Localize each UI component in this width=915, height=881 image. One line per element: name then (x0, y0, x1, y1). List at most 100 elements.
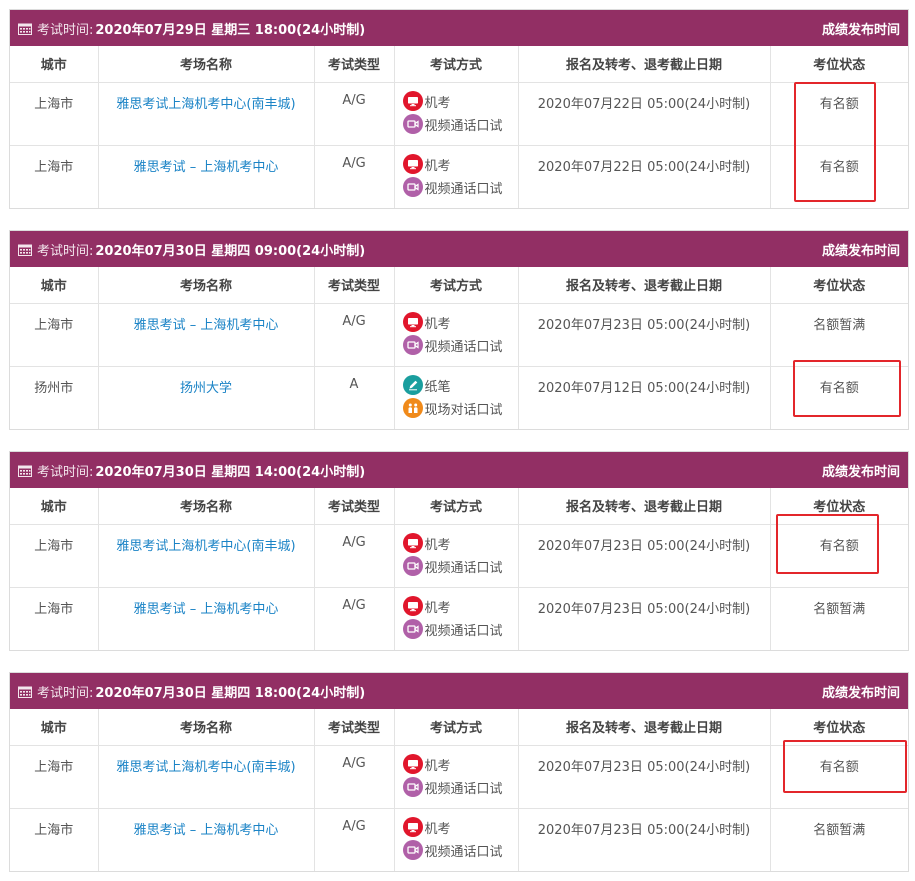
session-block: 考试时间: 2020年07月29日 星期三 18:00(24小时制) 成绩发布时… (9, 9, 909, 209)
session-table: 城市 考场名称 考试类型 考试方式 报名及转考、退考截止日期 考位状态 上海市 … (10, 488, 908, 650)
deadline-cell: 2020年07月12日 05:00(24小时制) (518, 366, 771, 429)
col-type: 考试类型 (314, 46, 395, 83)
face-to-face-icon (402, 398, 423, 418)
col-mode: 考试方式 (394, 46, 519, 83)
col-mode: 考试方式 (394, 709, 519, 746)
table-row: 上海市 雅思考试上海机考中心(南丰城) A/G 机考 视频通话口试 2020年0… (10, 524, 908, 588)
session-block: 考试时间: 2020年07月30日 星期四 09:00(24小时制) 成绩发布时… (9, 230, 909, 430)
mode-cell: 机考 视频通话口试 (394, 524, 519, 588)
video-call-icon (402, 777, 423, 797)
venue-link[interactable]: 雅思考试 – 上海机考中心 (98, 808, 315, 871)
type-cell: A/G (314, 587, 395, 650)
video-call-icon (402, 840, 423, 860)
col-type: 考试类型 (314, 488, 395, 525)
video-call-icon (402, 335, 423, 355)
city-cell: 上海市 (10, 587, 99, 650)
session-header: 考试时间: 2020年07月30日 星期四 18:00(24小时制) 成绩发布时… (10, 673, 908, 709)
publish-time-link[interactable]: 成绩发布时间 (822, 682, 900, 701)
calendar-icon (18, 23, 32, 35)
mode-cell: 机考 视频通话口试 (394, 145, 519, 208)
col-venue: 考场名称 (98, 488, 315, 525)
video-call-icon (402, 114, 423, 134)
publish-time-link[interactable]: 成绩发布时间 (822, 240, 900, 259)
session-header: 考试时间: 2020年07月30日 星期四 09:00(24小时制) 成绩发布时… (10, 231, 908, 267)
publish-time-link[interactable]: 成绩发布时间 (822, 461, 900, 480)
city-cell: 上海市 (10, 145, 99, 208)
venue-link[interactable]: 雅思考试 – 上海机考中心 (98, 303, 315, 367)
city-cell: 扬州市 (10, 366, 99, 429)
col-deadline: 报名及转考、退考截止日期 (518, 709, 771, 746)
col-city: 城市 (10, 709, 99, 746)
col-mode: 考试方式 (394, 488, 519, 525)
session-block: 考试时间: 2020年07月30日 星期四 14:00(24小时制) 成绩发布时… (9, 451, 909, 651)
session-block: 考试时间: 2020年07月30日 星期四 18:00(24小时制) 成绩发布时… (9, 672, 909, 872)
highlight-box (776, 514, 879, 574)
type-cell: A/G (314, 145, 395, 208)
deadline-cell: 2020年07月23日 05:00(24小时制) (518, 587, 771, 650)
type-cell: A/G (314, 745, 395, 809)
col-city: 城市 (10, 46, 99, 83)
session-table: 城市 考场名称 考试类型 考试方式 报名及转考、退考截止日期 考位状态 上海市 … (10, 46, 908, 208)
computer-icon (402, 312, 423, 332)
table-row: 上海市 雅思考试上海机考中心(南丰城) A/G 机考 视频通话口试 2020年0… (10, 82, 908, 146)
table-row: 上海市 雅思考试上海机考中心(南丰城) A/G 机考 视频通话口试 2020年0… (10, 745, 908, 809)
venue-link[interactable]: 雅思考试 – 上海机考中心 (98, 587, 315, 650)
type-cell: A (314, 366, 395, 429)
table-row: 扬州市 扬州大学 A 纸笔 现场对话口试 2020年07月12日 05:00(2… (10, 366, 908, 429)
exam-time-label: 考试时间: (37, 464, 94, 480)
table-header-row: 城市 考场名称 考试类型 考试方式 报名及转考、退考截止日期 考位状态 (10, 709, 908, 746)
session-header: 考试时间: 2020年07月30日 星期四 14:00(24小时制) 成绩发布时… (10, 452, 908, 488)
mode-cell: 机考 视频通话口试 (394, 587, 519, 650)
deadline-cell: 2020年07月23日 05:00(24小时制) (518, 524, 771, 588)
status-cell: 名额暂满 (770, 303, 908, 367)
col-status: 考位状态 (770, 267, 908, 304)
venue-link[interactable]: 扬州大学 (98, 366, 315, 429)
col-status: 考位状态 (770, 46, 908, 83)
deadline-cell: 2020年07月22日 05:00(24小时制) (518, 145, 771, 208)
table-header-row: 城市 考场名称 考试类型 考试方式 报名及转考、退考截止日期 考位状态 (10, 46, 908, 83)
city-cell: 上海市 (10, 524, 99, 588)
table-header-row: 城市 考场名称 考试类型 考试方式 报名及转考、退考截止日期 考位状态 (10, 267, 908, 304)
computer-icon (402, 533, 423, 553)
status-cell: 名额暂满 (813, 601, 866, 617)
video-call-icon (402, 177, 423, 197)
city-cell: 上海市 (10, 745, 99, 809)
publish-time-link[interactable]: 成绩发布时间 (822, 19, 900, 38)
highlight-box (793, 360, 901, 417)
venue-link[interactable]: 雅思考试上海机考中心(南丰城) (98, 524, 315, 588)
mode-cell: 机考 视频通话口试 (394, 745, 519, 809)
venue-link[interactable]: 雅思考试上海机考中心(南丰城) (98, 82, 315, 146)
session-table: 城市 考场名称 考试类型 考试方式 报名及转考、退考截止日期 考位状态 上海市 … (10, 709, 908, 871)
highlight-box (794, 82, 876, 202)
col-venue: 考场名称 (98, 267, 315, 304)
video-call-icon (402, 619, 423, 639)
calendar-icon (18, 244, 32, 256)
exam-datetime: 2020年07月30日 星期四 18:00(24小时制) (95, 685, 366, 701)
type-cell: A/G (314, 524, 395, 588)
col-mode: 考试方式 (394, 267, 519, 304)
exam-datetime: 2020年07月30日 星期四 09:00(24小时制) (95, 243, 366, 259)
mode-cell: 机考 视频通话口试 (394, 303, 519, 367)
table-row: 上海市 雅思考试 – 上海机考中心 A/G 机考 视频通话口试 2020年07月… (10, 145, 908, 208)
city-cell: 上海市 (10, 303, 99, 367)
calendar-icon (18, 686, 32, 698)
mode-cell: 机考 视频通话口试 (394, 82, 519, 146)
pencil-icon (402, 375, 423, 395)
col-city: 城市 (10, 267, 99, 304)
status-cell: 名额暂满 (813, 822, 866, 838)
exam-datetime: 2020年07月29日 星期三 18:00(24小时制) (95, 22, 366, 38)
table-row: 上海市 雅思考试 – 上海机考中心 A/G 机考 视频通话口试 2020年07月… (10, 808, 908, 871)
computer-icon (402, 154, 423, 174)
col-deadline: 报名及转考、退考截止日期 (518, 46, 771, 83)
col-type: 考试类型 (314, 267, 395, 304)
col-type: 考试类型 (314, 709, 395, 746)
exam-time-label: 考试时间: (37, 22, 94, 38)
table-row: 上海市 雅思考试 – 上海机考中心 A/G 机考 视频通话口试 2020年07月… (10, 303, 908, 367)
deadline-cell: 2020年07月23日 05:00(24小时制) (518, 745, 771, 809)
venue-link[interactable]: 雅思考试 – 上海机考中心 (98, 145, 315, 208)
computer-icon (402, 596, 423, 616)
col-deadline: 报名及转考、退考截止日期 (518, 267, 771, 304)
exam-time-label: 考试时间: (37, 243, 94, 259)
venue-link[interactable]: 雅思考试上海机考中心(南丰城) (98, 745, 315, 809)
calendar-icon (18, 465, 32, 477)
